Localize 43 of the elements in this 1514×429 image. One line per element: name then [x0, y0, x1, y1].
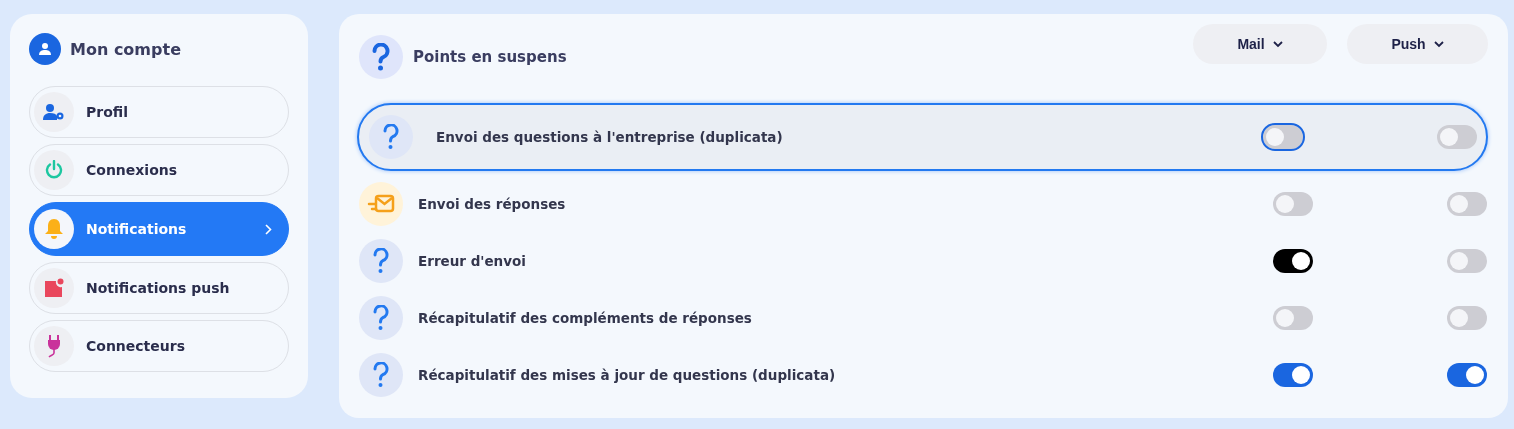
- channel-dropdown[interactable]: Push: [1347, 24, 1488, 64]
- toggle-switch[interactable]: [1447, 362, 1487, 387]
- notification-badge-icon: [44, 278, 64, 298]
- sidebar-item[interactable]: Connexions: [29, 144, 289, 196]
- notification-label: Erreur d'envoi: [418, 252, 527, 269]
- sidebar-title: Mon compte: [70, 39, 181, 59]
- question-mark-icon: [373, 361, 389, 388]
- toggle-switch[interactable]: [1447, 248, 1487, 273]
- sidebar-item[interactable]: Profil: [29, 86, 289, 138]
- chevron-right-icon: [265, 223, 272, 235]
- section-title: Points en suspens: [413, 48, 568, 66]
- question-mark-icon: [359, 35, 403, 79]
- notification-label: Envoi des questions à l'entreprise (duplicata): [435, 129, 784, 145]
- sidebar-item[interactable]: Notifications push: [29, 262, 289, 314]
- notification-row[interactable]: Récapitulatif des compléments de réponses: [357, 289, 1488, 346]
- power-icon: [44, 160, 64, 180]
- channel-dropdown[interactable]: Mail: [1193, 24, 1327, 64]
- toggle-switch[interactable]: [1273, 305, 1313, 330]
- chevron-down-icon: [1433, 40, 1444, 48]
- notification-row[interactable]: Erreur d'envoi: [357, 232, 1488, 289]
- toggle-switch[interactable]: [1437, 125, 1477, 149]
- account-avatar-icon: [29, 33, 61, 65]
- toggle-switch[interactable]: [1447, 305, 1487, 330]
- question-mark-icon: [373, 247, 389, 274]
- notification-label: Récapitulatif des compléments de réponses: [418, 309, 753, 326]
- notification-row[interactable]: Envoi des réponses: [357, 175, 1488, 232]
- question-mark-icon: [373, 304, 389, 331]
- notification-label: Récapitulatif des mises à jour de questions (duplicata): [418, 366, 837, 383]
- toggle-switch[interactable]: [1273, 191, 1313, 216]
- toggle-switch[interactable]: [1273, 248, 1313, 273]
- mail-icon: [367, 193, 395, 214]
- sidebar-item[interactable]: Notifications: [29, 202, 289, 256]
- toggle-switch[interactable]: [1447, 191, 1487, 216]
- toggle-switch[interactable]: [1273, 362, 1313, 387]
- notification-row[interactable]: Récapitulatif des mises à jour de questions (duplicata): [357, 346, 1488, 403]
- chevron-down-icon: [1272, 40, 1283, 48]
- notification-row[interactable]: Envoi des questions à l'entreprise (duplicata): [357, 103, 1488, 171]
- user-gear-icon: [43, 103, 65, 121]
- question-mark-icon: [383, 124, 399, 150]
- bell-icon: [44, 218, 64, 240]
- notification-label: Envoi des réponses: [418, 195, 567, 212]
- plug-icon: [46, 334, 62, 358]
- sidebar-item[interactable]: Connecteurs: [29, 320, 289, 372]
